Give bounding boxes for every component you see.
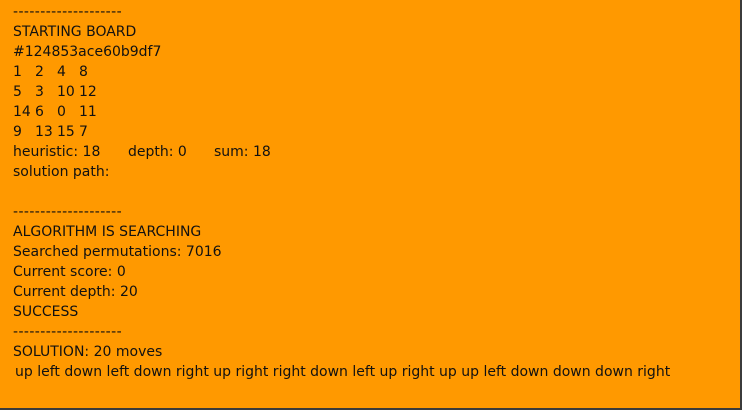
board-cell: 7 bbox=[79, 124, 88, 140]
solution-moves: up left down left down right up right ri… bbox=[15, 364, 671, 380]
search-title: ALGORITHM IS SEARCHING bbox=[13, 224, 202, 240]
starting-board-title: STARTING BOARD bbox=[13, 24, 137, 40]
board-row: 1 2 4 8 bbox=[13, 62, 728, 82]
solution-path-label: solution path: bbox=[13, 164, 110, 180]
board-cell: 6 bbox=[35, 104, 44, 120]
score-summary: heuristic: 18 depth: 0 sum: 18 bbox=[13, 142, 728, 162]
board-cell: 8 bbox=[79, 64, 88, 80]
separator-line: -------------------- bbox=[13, 4, 123, 20]
search-status: SUCCESS bbox=[13, 304, 79, 320]
board-cell: 15 bbox=[57, 124, 75, 140]
board-cell: 9 bbox=[13, 124, 22, 140]
board-cell: 13 bbox=[35, 124, 53, 140]
board-hash: #124853ace60b9df7 bbox=[13, 44, 162, 60]
console-panel: -------------------- STARTING BOARD #124… bbox=[0, 0, 742, 410]
board-cell: 5 bbox=[13, 84, 22, 100]
board-cell: 2 bbox=[35, 64, 44, 80]
searched-permutations: Searched permutations: 7016 bbox=[13, 244, 222, 260]
board-cell: 11 bbox=[79, 104, 97, 120]
solution-summary: SOLUTION: 20 moves bbox=[13, 344, 163, 360]
current-score: Current score: 0 bbox=[13, 264, 126, 280]
current-depth: Current depth: 20 bbox=[13, 284, 138, 300]
board-cell: 4 bbox=[57, 64, 66, 80]
board-row: 5 3 10 12 bbox=[13, 82, 728, 102]
board-cell: 12 bbox=[79, 84, 97, 100]
board-cell: 14 bbox=[13, 104, 31, 120]
separator-line: -------------------- bbox=[13, 204, 123, 220]
depth-value: depth: 0 bbox=[128, 144, 187, 160]
board-cell: 1 bbox=[13, 64, 22, 80]
console-output: -------------------- STARTING BOARD #124… bbox=[13, 2, 728, 382]
sum-value: sum: 18 bbox=[214, 144, 271, 160]
board-row: 9 13 15 7 bbox=[13, 122, 728, 142]
board-cell: 3 bbox=[35, 84, 44, 100]
separator-line: -------------------- bbox=[13, 324, 123, 340]
board-cell: 0 bbox=[57, 104, 66, 120]
board-row: 14 6 0 11 bbox=[13, 102, 728, 122]
board-cell: 10 bbox=[57, 84, 75, 100]
heuristic-value: heuristic: 18 bbox=[13, 144, 101, 160]
